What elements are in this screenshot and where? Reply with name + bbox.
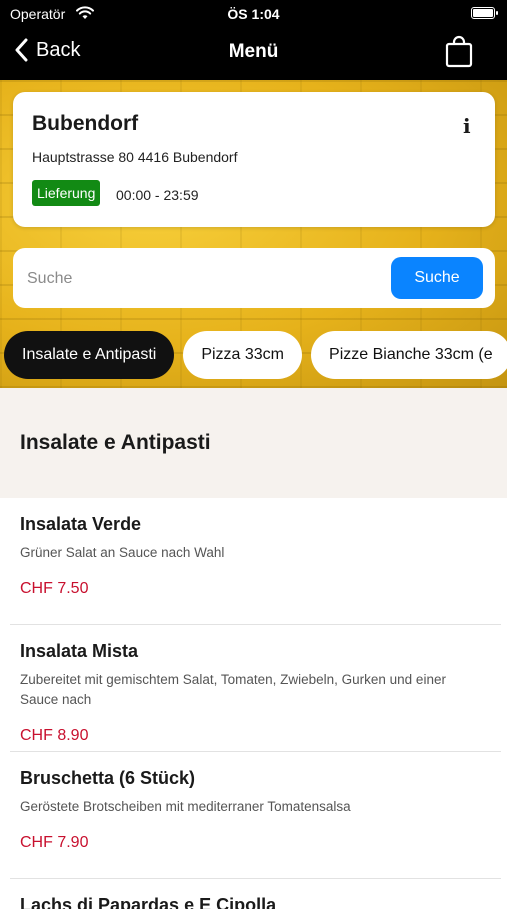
- item-name: Lachs di Papardas e E Cipolla: [20, 895, 277, 909]
- item-description: Zubereitet mit gemischtem Salat, Tomaten…: [20, 672, 446, 707]
- status-bar: Operatör ÖS 1:04: [0, 0, 507, 28]
- info-icon[interactable]: i: [463, 114, 473, 138]
- store-card: Bubendorf i Hauptstrasse 80 4416 Bubendo…: [13, 92, 495, 227]
- shopping-bag-icon[interactable]: [445, 34, 473, 68]
- section-header: Insalate e Antipasti: [0, 388, 507, 498]
- search-button[interactable]: Suche: [391, 257, 483, 299]
- category-tab-pizza[interactable]: Pizza 33cm: [183, 331, 303, 379]
- item-name: Insalata Mista: [20, 641, 139, 661]
- menu-item[interactable]: Insalata Mista Zubereitet mit gemischtem…: [0, 625, 507, 752]
- item-description: Geröstete Brotscheiben mit mediterraner …: [20, 799, 351, 814]
- page-title: Menü: [228, 41, 279, 62]
- item-description: Grüner Salat an Sauce nach Wahl: [20, 545, 225, 560]
- clock: ÖS 1:04: [227, 6, 280, 22]
- top-bar: Operatör ÖS 1:04 Back Menü: [0, 0, 507, 80]
- store-name: Bubendorf: [32, 112, 139, 135]
- item-name: Insalata Verde: [20, 514, 142, 534]
- delivery-badge: Lieferung: [32, 180, 101, 206]
- search-bar: Suche: [13, 248, 495, 308]
- item-price: CHF 7.90: [20, 834, 89, 851]
- menu-item[interactable]: Bruschetta (6 Stück) Geröstete Brotschei…: [0, 752, 507, 879]
- store-address: Hauptstrasse 80 4416 Bubendorf: [32, 149, 238, 165]
- item-name: Bruschetta (6 Stück): [20, 768, 196, 788]
- category-tabs: Insalate e Antipasti Pizza 33cm Pizze Bi…: [4, 331, 507, 379]
- section-title: Insalate e Antipasti: [20, 431, 211, 454]
- menu-list: Insalata Verde Grüner Salat an Sauce nac…: [0, 498, 507, 909]
- battery-icon: [471, 7, 498, 19]
- menu-item[interactable]: Lachs di Papardas e E Cipolla: [0, 879, 507, 909]
- category-tab-pizze-bianche[interactable]: Pizze Bianche 33cm (e: [311, 331, 507, 379]
- search-input[interactable]: [25, 258, 389, 300]
- opening-hours: 00:00 - 23:59: [116, 187, 199, 203]
- category-tab-insalate[interactable]: Insalate e Antipasti: [4, 331, 175, 379]
- menu-item[interactable]: Insalata Verde Grüner Salat an Sauce nac…: [0, 498, 507, 625]
- item-price: CHF 8.90: [20, 727, 89, 744]
- item-price: CHF 7.50: [20, 580, 89, 597]
